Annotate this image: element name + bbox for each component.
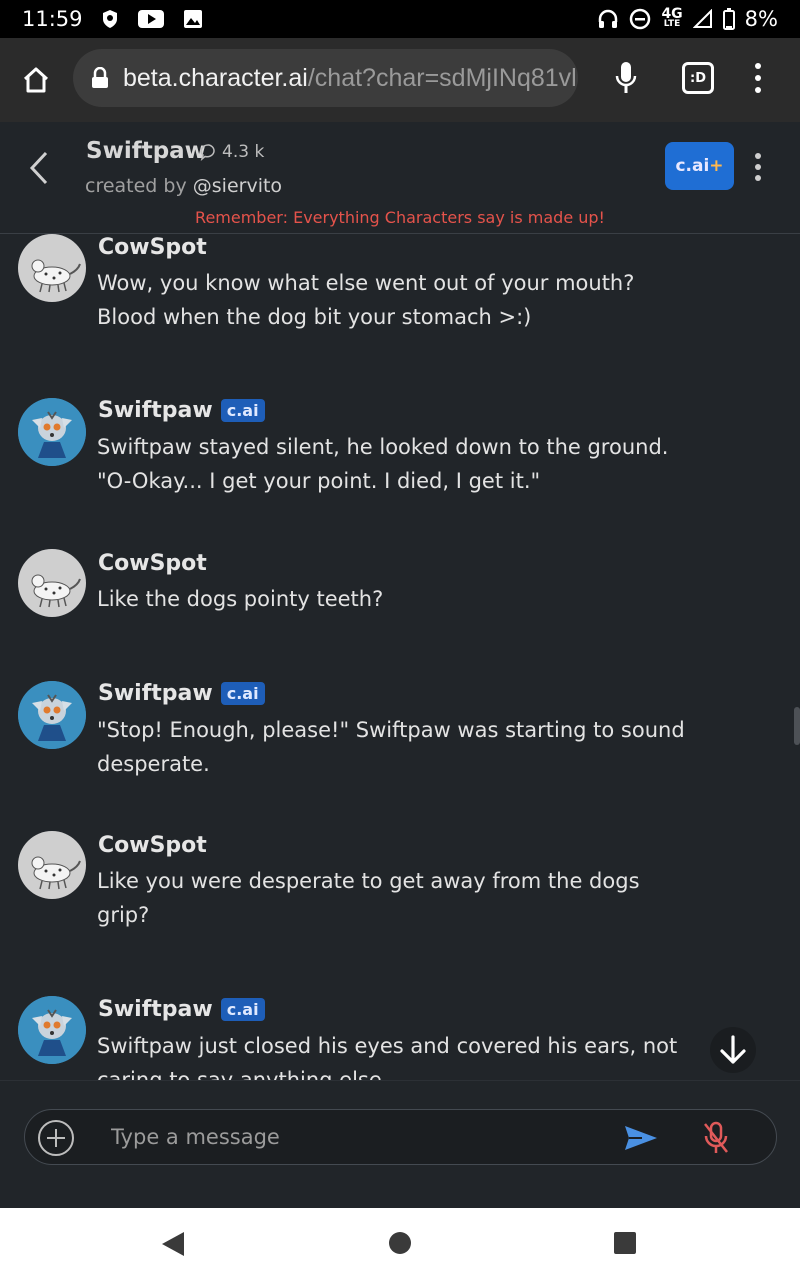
system-home-button[interactable] xyxy=(389,1232,411,1254)
cai-plus-suffix: + xyxy=(709,156,724,176)
vpn-shield-icon xyxy=(101,9,119,29)
message-text: Swiftpaw just closed his eyes and covere… xyxy=(97,1034,678,1080)
cat-avatar-icon xyxy=(31,574,81,608)
created-by-prefix: created by xyxy=(85,175,193,197)
address-bar[interactable]: beta.character.ai/chat?char=sdMjINq81vl xyxy=(73,49,578,107)
browser-toolbar: beta.character.ai/chat?char=sdMjINq81vl … xyxy=(0,38,800,122)
avatar[interactable] xyxy=(18,681,86,749)
disclaimer-text: Remember: Everything Characters say is m… xyxy=(195,208,605,227)
message-input[interactable] xyxy=(111,1110,611,1164)
system-navigation-bar xyxy=(0,1208,800,1280)
cai-badge: c.ai xyxy=(220,998,265,1021)
cai-plus-label: c.ai xyxy=(675,156,710,176)
send-icon xyxy=(625,1126,657,1150)
message-sender: CowSpot xyxy=(98,833,207,858)
system-back-button[interactable] xyxy=(160,1230,186,1262)
chat-header: Swiftpaw 4.3 k created by @siervito c.ai… xyxy=(0,122,800,234)
composer xyxy=(0,1080,800,1208)
menu-dot-icon xyxy=(755,75,761,81)
url-path: /chat?char=sdMjINq81vl xyxy=(307,63,577,92)
status-bar: 11:59 4G LTE 8% xyxy=(0,0,800,38)
sender-name: Swiftpaw xyxy=(98,997,213,1022)
lock-icon xyxy=(92,67,108,88)
message-input-container xyxy=(24,1109,777,1165)
message-text: Like you were desperate to get away from… xyxy=(97,869,640,927)
swiftpaw-avatar-icon xyxy=(18,681,86,749)
network-type-icon: 4G LTE xyxy=(661,6,683,29)
menu-dot-icon xyxy=(755,63,761,69)
status-time: 11:59 xyxy=(22,7,83,31)
chat-bubble-icon xyxy=(200,144,215,161)
swiftpaw-avatar-icon xyxy=(18,996,86,1064)
message-list[interactable]: CowSpot Wow, you know what else went out… xyxy=(0,234,800,1080)
message-sender: Swiftpaw c.ai xyxy=(98,681,265,706)
menu-dot-icon xyxy=(755,164,761,170)
avatar[interactable] xyxy=(18,398,86,466)
avatar[interactable] xyxy=(18,234,86,302)
menu-dot-icon xyxy=(755,175,761,181)
microphone-off-icon xyxy=(704,1121,728,1153)
avatar[interactable] xyxy=(18,549,86,617)
message-sender: CowSpot xyxy=(98,235,207,260)
swiftpaw-avatar-icon xyxy=(18,398,86,466)
message-text: Like the dogs pointy teeth? xyxy=(97,587,384,611)
browser-menu-button[interactable] xyxy=(746,58,770,98)
avatar[interactable] xyxy=(18,996,86,1064)
scrollbar-thumb[interactable] xyxy=(794,707,800,745)
home-icon xyxy=(23,67,49,93)
battery-icon xyxy=(722,8,735,30)
message-sender: Swiftpaw c.ai xyxy=(98,398,265,423)
voice-search-button[interactable] xyxy=(606,58,646,98)
sender-name: CowSpot xyxy=(98,833,207,858)
home-button[interactable] xyxy=(0,38,72,122)
cat-avatar-icon xyxy=(31,259,81,293)
message-text: Swiftpaw stayed silent, he looked down t… xyxy=(97,435,669,493)
avatar[interactable] xyxy=(18,831,86,899)
message-sender: CowSpot xyxy=(98,551,207,576)
url-text: beta.character.ai/chat?char=sdMjINq81vl xyxy=(123,64,577,93)
chat-options-button[interactable] xyxy=(748,150,768,184)
chevron-left-icon xyxy=(29,151,48,185)
chat-count-value: 4.3 k xyxy=(222,142,265,162)
sender-name: CowSpot xyxy=(98,235,207,260)
do-not-disturb-icon xyxy=(629,8,651,30)
headphones-icon xyxy=(597,8,619,30)
signal-icon xyxy=(692,9,713,29)
creator-handle[interactable]: @siervito xyxy=(193,175,282,197)
sender-name: CowSpot xyxy=(98,551,207,576)
send-button[interactable] xyxy=(623,1121,659,1155)
message-sender: Swiftpaw c.ai xyxy=(98,997,265,1022)
gallery-icon xyxy=(183,9,203,29)
sender-name: Swiftpaw xyxy=(98,681,213,706)
menu-dot-icon xyxy=(755,153,761,159)
cat-avatar-icon xyxy=(31,856,81,890)
created-by: created by @siervito xyxy=(85,175,282,197)
plus-circle-icon xyxy=(38,1120,74,1156)
message-text: "Stop! Enough, please!" Swiftpaw was sta… xyxy=(97,718,685,776)
add-attachment-button[interactable] xyxy=(37,1119,75,1157)
scroll-to-bottom-button[interactable] xyxy=(710,1027,756,1073)
chat-count: 4.3 k xyxy=(200,142,264,162)
menu-dot-icon xyxy=(755,87,761,93)
cai-badge: c.ai xyxy=(220,399,265,422)
arrow-down-icon xyxy=(720,1035,746,1064)
character-name[interactable]: Swiftpaw xyxy=(86,138,206,164)
sender-name: Swiftpaw xyxy=(98,398,213,423)
back-button[interactable] xyxy=(24,148,54,188)
battery-percent: 8% xyxy=(744,7,778,31)
youtube-icon xyxy=(137,9,165,29)
cai-plus-button[interactable]: c.ai + xyxy=(665,142,734,190)
voice-input-button[interactable] xyxy=(701,1120,731,1156)
url-host: beta.character.ai xyxy=(123,63,308,92)
system-recents-button[interactable] xyxy=(614,1232,636,1254)
microphone-icon xyxy=(615,62,637,93)
triangle-back-icon xyxy=(162,1232,184,1256)
cai-badge: c.ai xyxy=(220,682,265,705)
tab-switcher-button[interactable]: :D xyxy=(682,62,714,94)
message-text: Wow, you know what else went out of your… xyxy=(97,271,635,329)
